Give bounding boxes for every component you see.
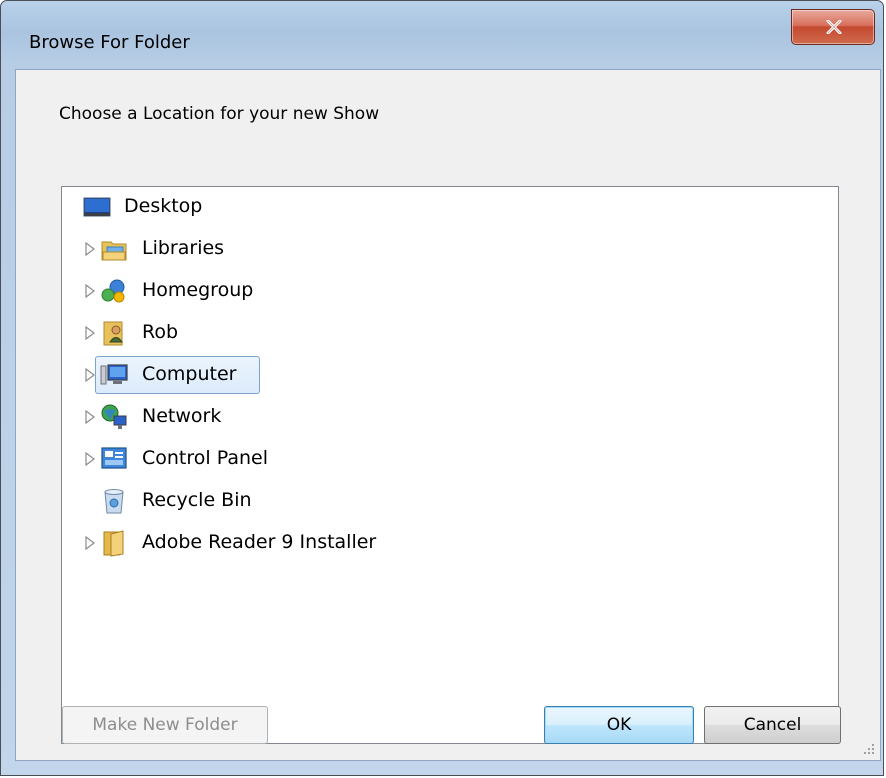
tree-item-label: Adobe Reader 9 Installer <box>142 531 377 553</box>
tree-item-label: Desktop <box>124 195 203 217</box>
resize-grip-icon[interactable] <box>860 740 876 756</box>
tree-item-label: Network <box>142 405 222 427</box>
expand-arrow-icon[interactable] <box>84 409 96 425</box>
tree-item-label: Recycle Bin <box>142 489 252 511</box>
folder-icon <box>99 528 129 558</box>
user-folder-icon <box>99 318 129 348</box>
expand-arrow-icon[interactable] <box>84 367 96 383</box>
browse-for-folder-window: Browse For Folder Choose a Location for … <box>0 0 884 776</box>
tree-item-recycle-bin[interactable]: Recycle Bin <box>62 481 762 523</box>
tree-item-control-panel[interactable]: Control Panel <box>62 439 762 481</box>
window-title: Browse For Folder <box>29 32 190 53</box>
network-icon <box>99 402 129 432</box>
expand-arrow-icon[interactable] <box>84 451 96 467</box>
libraries-icon <box>99 234 129 264</box>
tree-item-desktop[interactable]: Desktop <box>62 187 762 229</box>
tree-item-label: Rob <box>142 321 179 343</box>
tree-item-label: Control Panel <box>142 447 268 469</box>
tree-item-computer[interactable]: Computer <box>62 355 762 397</box>
folder-tree[interactable]: Desktop Libraries Homegroup Rob Computer… <box>61 186 839 744</box>
dialog-prompt: Choose a Location for your new Show <box>59 104 380 124</box>
make-new-folder-button[interactable]: Make New Folder <box>62 706 268 744</box>
tree-item-homegroup[interactable]: Homegroup <box>62 271 762 313</box>
homegroup-icon <box>99 276 129 306</box>
tree-item-libraries[interactable]: Libraries <box>62 229 762 271</box>
ok-button[interactable]: OK <box>544 706 694 744</box>
control-panel-icon <box>99 444 129 474</box>
tree-item-label: Computer <box>142 363 237 385</box>
expand-arrow-icon[interactable] <box>84 535 96 551</box>
expand-arrow-icon[interactable] <box>84 325 96 341</box>
title-bar[interactable]: Browse For Folder <box>1 1 883 69</box>
tree-item-label: Libraries <box>142 237 225 259</box>
expand-arrow-icon[interactable] <box>84 241 96 257</box>
recycle-bin-icon <box>99 486 129 516</box>
cancel-button[interactable]: Cancel <box>704 706 841 744</box>
expand-arrow-icon[interactable] <box>84 283 96 299</box>
tree-item-network[interactable]: Network <box>62 397 762 439</box>
tree-item-label: Homegroup <box>142 279 254 301</box>
tree-item-adobe-reader-installer[interactable]: Adobe Reader 9 Installer <box>62 523 762 565</box>
tree-item-rob[interactable]: Rob <box>62 313 762 355</box>
close-icon <box>826 20 842 34</box>
dialog-body: Choose a Location for your new Show Desk… <box>15 69 881 761</box>
computer-icon <box>99 360 129 390</box>
desktop-icon <box>82 192 112 222</box>
close-button[interactable] <box>791 9 875 45</box>
